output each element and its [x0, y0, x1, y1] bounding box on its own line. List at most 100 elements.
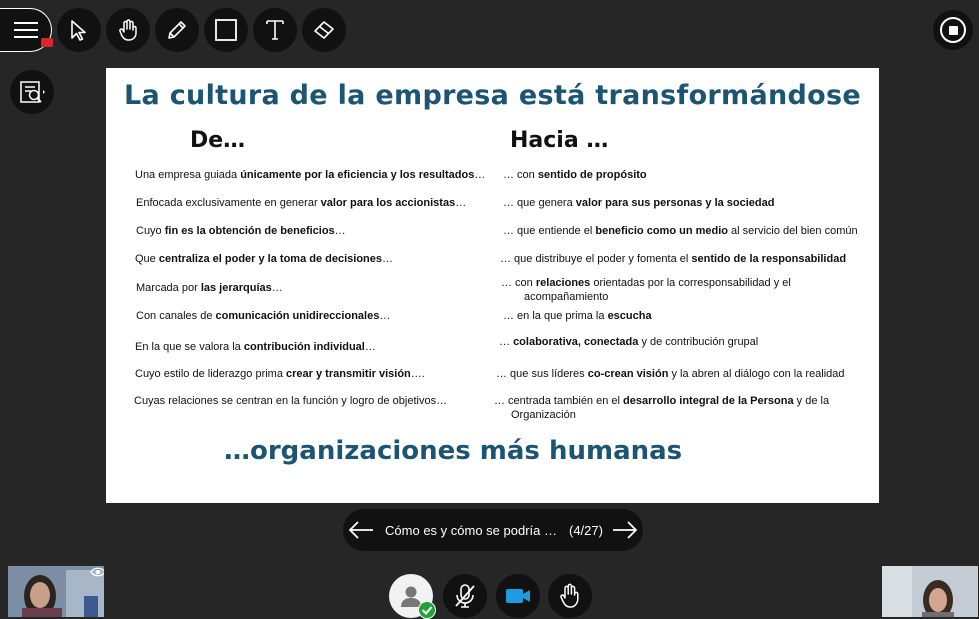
slide-counter: (4/27) [569, 522, 603, 538]
to-row: … colaborativa, conectada y de contribuc… [499, 335, 758, 349]
camera-button[interactable] [496, 574, 540, 618]
row-segment: Enfocada exclusivamente en generar [136, 197, 321, 209]
rectangle-icon [215, 19, 237, 41]
arrow-left-icon [348, 521, 374, 539]
hand-icon [119, 19, 137, 41]
hand-tool-button[interactable] [106, 8, 150, 52]
from-row: En la que se valora la contribución indi… [135, 340, 376, 354]
row-segment: Cuyas relaciones se centran en la funció… [134, 395, 448, 407]
row-segment: … [334, 225, 346, 237]
row-segment: desarrollo integral de la Persona [623, 395, 794, 407]
pointer-tool-button[interactable] [57, 8, 101, 52]
row-segment: y de la [793, 395, 830, 407]
stop-sharing-button[interactable] [933, 10, 973, 50]
next-slide-button[interactable] [607, 509, 643, 551]
participant-video-right[interactable] [882, 566, 978, 617]
participant-video-image [882, 566, 978, 617]
user-avatar-button[interactable] [389, 574, 436, 619]
text-icon [266, 20, 284, 40]
row-segment: Con canales de [136, 310, 216, 322]
row-segment: … centrada también en el [494, 395, 624, 407]
column-heading-from: De… [190, 128, 246, 153]
from-row: Cuyas relaciones se centran en la funció… [134, 394, 447, 408]
row-segment: fin es la obtención de beneficios [164, 225, 335, 237]
microphone-button[interactable] [443, 574, 487, 618]
from-row: Enfocada exclusivamente en generar valor… [136, 196, 466, 210]
to-row: … centrada también en el desarrollo inte… [494, 394, 829, 408]
row-segment: … [474, 169, 486, 181]
from-row: Cuyo fin es la obtención de beneficios… [136, 224, 346, 238]
column-heading-to: Hacia … [510, 128, 609, 153]
participant-video-left[interactable] [8, 566, 104, 617]
row-segment: contribución individual [243, 341, 365, 353]
row-segment: valor para sus personas y la sociedad [575, 197, 775, 209]
row-segment: sentido de propósito [537, 169, 647, 181]
row-segment: guiada [204, 169, 241, 181]
row-segment: comunicación unidireccionales [215, 310, 380, 322]
row-segment: relaciones [535, 277, 591, 289]
row-segment: … que distribuye el poder y fomenta el [500, 253, 692, 265]
checkmark-icon [418, 601, 436, 619]
previous-slide-button[interactable] [343, 509, 379, 551]
row-segment: Cuyo [136, 225, 165, 237]
from-row: Con canales de comunicación unidireccion… [136, 309, 390, 323]
to-row: … que sus líderes co-crean visión y la a… [496, 367, 845, 381]
row-segment: colaborativa, conectada [513, 336, 639, 348]
row-segment: valor para los accionistas [320, 197, 456, 209]
pencil-icon [168, 21, 186, 39]
slide-search-button[interactable] [10, 70, 54, 114]
continuation-text: acompañamiento [524, 291, 609, 303]
row-segment: …. [410, 368, 425, 380]
row-segment: … [364, 341, 376, 353]
search-slides-icon [20, 81, 45, 103]
row-segment: … [455, 197, 467, 209]
slide-navigation: Cómo es y cómo se podría … (4/27) [343, 509, 643, 551]
to-row: … que distribuye el poder y fomenta el s… [500, 252, 846, 266]
raise-hand-icon [560, 583, 579, 608]
row-segment: … [271, 282, 283, 294]
row-segment: orientadas por la corresponsabilidad y e… [590, 277, 791, 289]
row-segment: Que [135, 253, 159, 265]
row-segment: y de contribución grupal [638, 336, 759, 348]
row-segment: … con [503, 169, 538, 181]
row-segment: … con [501, 277, 536, 289]
from-row: Una empresa guiada únicamente por la efi… [135, 168, 485, 182]
raise-hand-button[interactable] [548, 574, 592, 618]
row-segment: En la que se valora la [135, 341, 244, 353]
stop-icon [940, 17, 966, 43]
row-segment: Una empresa [135, 169, 205, 181]
row-segment: co-crean visión [587, 368, 669, 380]
arrow-right-icon [612, 521, 638, 539]
row-segment: … [379, 310, 391, 322]
pencil-tool-button[interactable] [155, 8, 199, 52]
row-segment: y la abren al diálogo con la realidad [668, 368, 845, 380]
row-segment: … que genera [503, 197, 576, 209]
from-row: Cuyo estilo de liderazgo prima crear y t… [135, 367, 425, 381]
row-segment: al servicio del bien común [727, 225, 858, 237]
row-segment: únicamente por la eficiencia y los resul… [240, 169, 475, 181]
row-segment: sentido de la responsabilidad [691, 253, 847, 265]
pointer-icon [71, 20, 86, 41]
row-segment: Marcada por [136, 282, 201, 294]
rectangle-tool-button[interactable] [204, 8, 248, 52]
row-segment: … en la que prima la [503, 310, 608, 322]
row-segment: crear y transmitir visión [286, 368, 411, 380]
eraser-tool-button[interactable] [302, 8, 346, 52]
slide-title-label: Cómo es y cómo se podría … [385, 522, 557, 538]
to-row: … con relaciones orientadas por la corre… [501, 276, 791, 290]
row-segment: centraliza el poder y la toma de decisio… [158, 253, 382, 265]
to-row: … con sentido de propósito [503, 168, 647, 182]
menu-button[interactable] [0, 8, 53, 52]
text-tool-button[interactable] [253, 8, 297, 52]
eraser-icon [314, 21, 334, 39]
from-row: Que centraliza el poder y la toma de dec… [135, 252, 393, 266]
slide-title: La cultura de la empresa está transformá… [124, 80, 861, 111]
row-segment: escucha [607, 310, 652, 322]
menu-icon [13, 22, 38, 38]
to-row: … que genera valor para sus personas y l… [503, 196, 775, 210]
row-segment: … que sus líderes [496, 368, 588, 380]
recording-indicator [41, 38, 53, 47]
row-segment: Cuyo estilo de liderazgo prima [135, 368, 287, 380]
row-segment: … [499, 336, 514, 348]
row-segment: beneficio como un medio [595, 225, 728, 237]
